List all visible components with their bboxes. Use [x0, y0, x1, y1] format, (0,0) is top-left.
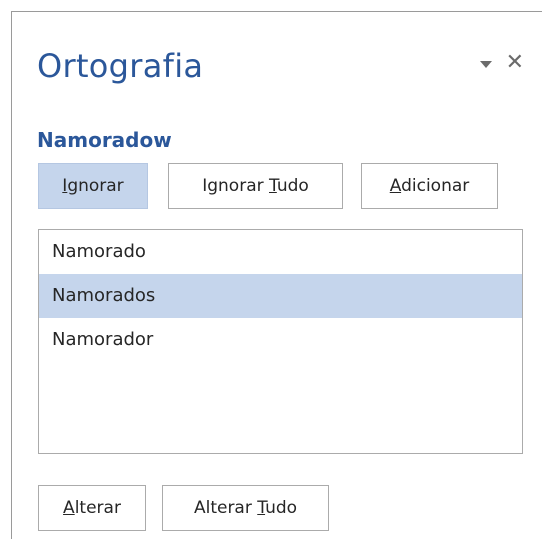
ignore-button-label: Ignorar — [62, 176, 124, 196]
change-button[interactable]: Alterar — [38, 485, 146, 531]
add-button-label: Adicionar — [389, 176, 470, 196]
close-icon[interactable]: ✕ — [506, 52, 524, 74]
list-item[interactable]: Namorado — [39, 230, 522, 274]
suggestions-list[interactable]: Namorado Namorados Namorador — [38, 229, 523, 454]
misspelled-word: Namoradow — [37, 128, 172, 152]
list-item[interactable]: Namorados — [39, 274, 522, 318]
add-button[interactable]: Adicionar — [361, 163, 498, 209]
list-item[interactable]: Namorador — [39, 318, 522, 362]
chevron-down-icon[interactable] — [479, 61, 492, 68]
change-all-button[interactable]: Alterar Tudo — [162, 485, 329, 531]
ignore-all-button-label: Ignorar Tudo — [202, 176, 309, 196]
spelling-pane: Ortografia ✕ Namoradow Ignorar Ignorar T… — [11, 11, 542, 539]
change-all-button-label: Alterar Tudo — [193, 498, 298, 518]
pane-controls: ✕ — [479, 52, 524, 74]
change-button-label: Alterar — [63, 498, 121, 518]
ignore-button[interactable]: Ignorar — [38, 163, 148, 209]
pane-title: Ortografia — [37, 47, 204, 85]
ignore-all-button[interactable]: Ignorar Tudo — [168, 163, 343, 209]
